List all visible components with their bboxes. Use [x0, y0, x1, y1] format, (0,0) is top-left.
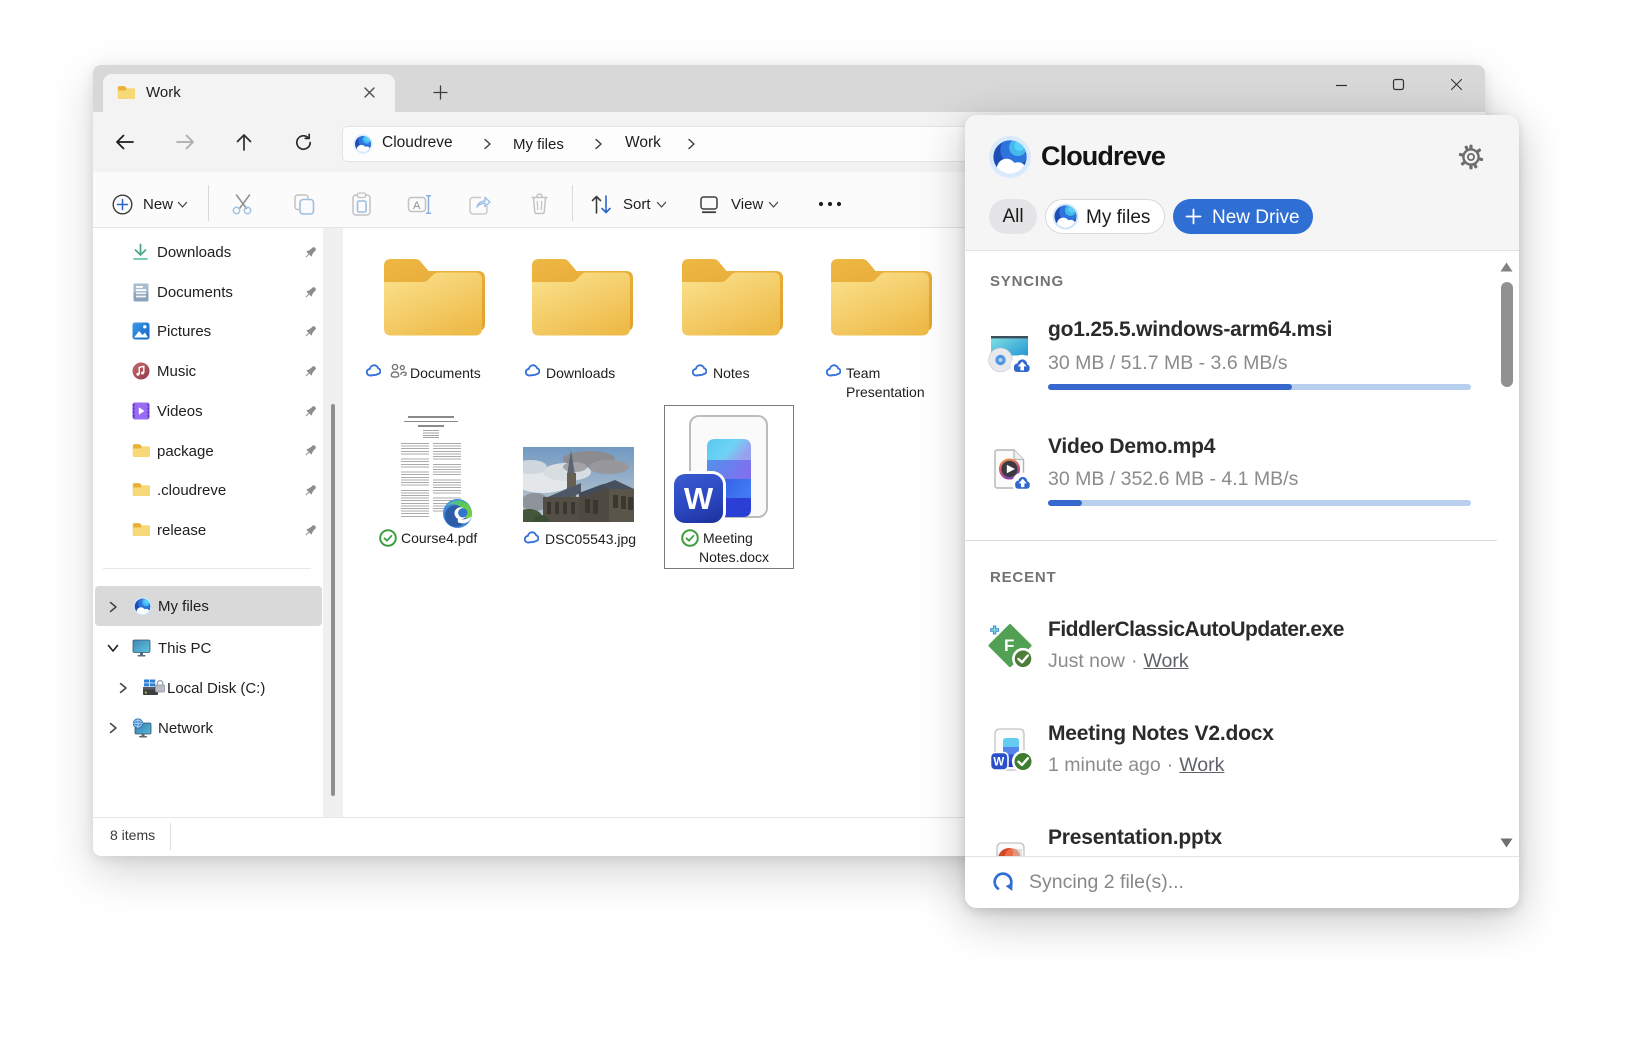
svg-text:A: A	[413, 200, 421, 212]
svg-text:W: W	[993, 757, 1004, 769]
svg-text:F: F	[1004, 636, 1014, 655]
